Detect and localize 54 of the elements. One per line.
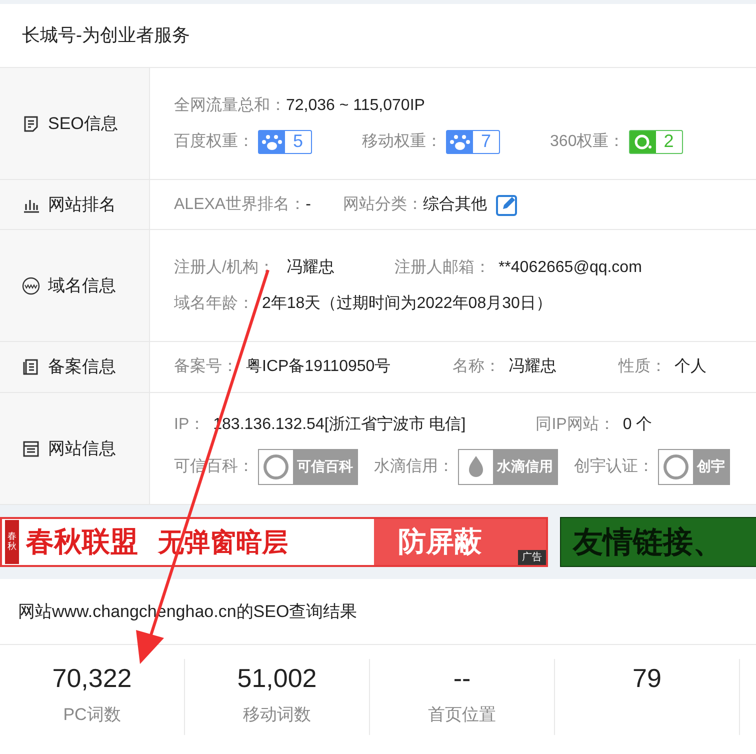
field-value: - xyxy=(306,194,311,214)
field-label: 网站分类： xyxy=(342,194,423,214)
list-icon xyxy=(22,440,40,458)
field-value: **4062665@qq.com xyxy=(498,258,642,278)
field-value: 冯耀忠 xyxy=(508,356,557,377)
field-label: ALEXA世界排名： xyxy=(174,194,306,214)
field-label: 名称： xyxy=(452,357,501,377)
stat-value: 51,002 xyxy=(237,662,317,695)
field-label: 全网流量总和： xyxy=(174,96,286,116)
stat-value: -- xyxy=(453,662,471,695)
field-value: 2年18天（过期时间为2022年08月30日） xyxy=(262,294,552,314)
row-heading: 网站信息 xyxy=(48,438,116,460)
field-label: 域名年龄： xyxy=(174,294,254,314)
weight-value: 5 xyxy=(292,130,304,153)
weight-value: 2 xyxy=(662,130,675,153)
field-label: 360权重： xyxy=(550,132,625,152)
certificate-text: 可信百科 xyxy=(293,450,357,484)
stat-value: 79 xyxy=(632,662,662,695)
ad-tag: 广告 xyxy=(518,550,546,565)
field-label: 水滴信用： xyxy=(374,456,454,476)
field-value: 72,036 ~ 115,070IP xyxy=(286,96,425,116)
stat-value: 70,322 xyxy=(52,662,132,695)
field-value: 综合其他 xyxy=(422,194,487,214)
field-label: 同IP网站： xyxy=(536,414,615,434)
field-value: 冯耀忠 xyxy=(286,258,334,278)
certificate-text: 创宇 xyxy=(693,450,729,484)
seal-text: 春秋 xyxy=(5,520,19,564)
row-heading: 备案信息 xyxy=(48,356,116,378)
certificate-text: 水滴信用 xyxy=(493,450,557,484)
stat-label: 首页位置 xyxy=(428,704,496,726)
banner-text: 友情链接、 xyxy=(573,524,723,560)
document-icon xyxy=(22,114,40,132)
ring-icon xyxy=(630,130,656,152)
field-label: 百度权重： xyxy=(174,132,254,152)
field-label: 备案号： xyxy=(174,356,238,377)
stat-label: PC词数 xyxy=(63,704,121,726)
page-title: 长城号-为创业者服务 xyxy=(22,24,190,47)
field-value: 粤ICP备19110950号 xyxy=(246,357,391,377)
row-heading: 网站排名 xyxy=(48,194,116,216)
stat-label: 移动词数 xyxy=(243,704,311,726)
field-label: 移动权重： xyxy=(362,132,442,152)
row-heading: SEO信息 xyxy=(48,112,118,135)
field-label: IP： xyxy=(174,414,206,434)
field-label: 创宇认证： xyxy=(574,456,654,476)
edit-icon[interactable] xyxy=(494,192,519,216)
field-label: 性质： xyxy=(618,356,667,377)
www-icon xyxy=(22,276,40,294)
field-value: 个人 xyxy=(674,357,707,377)
notebook-icon xyxy=(22,358,40,376)
field-value: 0 个 xyxy=(622,414,652,434)
weight-value: 7 xyxy=(480,130,492,153)
row-heading: 域名信息 xyxy=(48,274,116,297)
banner-text: 春秋联盟 xyxy=(26,525,138,559)
field-label: 注册人邮箱： xyxy=(394,258,490,278)
